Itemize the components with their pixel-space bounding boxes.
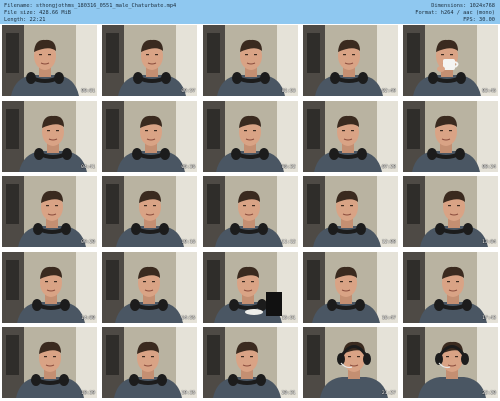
frame-timestamp: 00:01	[81, 89, 95, 94]
video-frame-thumbnail: 15:51	[202, 251, 298, 323]
metadata-left: Filename: sthongjothms_180316_0551_male_…	[4, 3, 176, 23]
video-frame-thumbnail: 13:04	[403, 176, 498, 247]
video-frame-thumbnail: 06:32	[202, 100, 298, 172]
metadata-header: Filename: sthongjothms_180316_0551_male_…	[0, 0, 500, 24]
frame-timestamp: 08:24	[482, 164, 496, 170]
frame-image	[202, 176, 298, 247]
video-frame-thumbnail: 00:57	[102, 25, 198, 96]
frame-timestamp: 13:04	[482, 240, 496, 245]
frame-timestamp: 14:00	[81, 315, 95, 321]
frame-timestamp: 12:08	[381, 240, 396, 245]
thumbnail-grid: 00:01 00:57 01:53 02:49 03:45 04:41 05:36 06:32…	[2, 25, 498, 399]
frame-image	[102, 176, 198, 247]
frame-timestamp: 05:36	[181, 164, 196, 170]
frame-timestamp: 07:28	[381, 164, 396, 170]
frame-image	[2, 25, 97, 96]
frame-timestamp: 06:32	[281, 164, 296, 170]
frame-image	[403, 176, 498, 247]
filesize-text: File size: 428.66 MiB	[4, 9, 71, 16]
frame-image	[202, 251, 298, 323]
video-frame-thumbnail: 20:31	[202, 327, 298, 398]
frame-image	[302, 251, 398, 323]
frame-timestamp: 01:53	[281, 89, 296, 94]
video-frame-thumbnail: 07:28	[302, 100, 398, 172]
video-frame-thumbnail: 14:00	[2, 251, 97, 323]
video-frame-thumbnail: 18:39	[2, 327, 97, 398]
frame-timestamp: 22:20	[482, 391, 496, 396]
frame-timestamp: 21:27	[381, 391, 396, 396]
frame-image	[403, 251, 498, 323]
video-frame-thumbnail: 11:12	[202, 176, 298, 247]
length-text: Length: 22:21	[4, 16, 46, 23]
frame-image	[2, 327, 97, 398]
video-frame-thumbnail: 10:16	[102, 176, 198, 247]
video-frame-thumbnail: 22:20	[403, 327, 498, 398]
dimensions-text: Dimensions: 1024x768	[431, 3, 495, 9]
frame-timestamp: 11:12	[281, 240, 296, 245]
frame-timestamp: 09:20	[81, 240, 95, 245]
frame-image	[2, 100, 97, 172]
video-frame-thumbnail: 19:35	[102, 327, 198, 398]
frame-image	[2, 251, 97, 323]
frame-timestamp: 00:57	[181, 89, 196, 94]
video-frame-thumbnail: 09:20	[2, 176, 97, 247]
frame-image	[2, 176, 97, 247]
frame-timestamp: 03:45	[482, 89, 496, 94]
contact-sheet: Filename: sthongjothms_180316_0551_male_…	[0, 0, 500, 401]
frame-image	[102, 25, 198, 96]
frame-image	[202, 25, 298, 96]
video-frame-thumbnail: 16:47	[302, 251, 398, 323]
frame-timestamp: 14:55	[181, 315, 196, 321]
metadata-right: Dimensions: 1024x768 Format: h264 / aac …	[415, 3, 495, 23]
frame-image	[302, 25, 398, 96]
frame-image	[403, 327, 498, 398]
frame-image	[202, 327, 298, 398]
frame-image	[403, 100, 498, 172]
frame-timestamp: 15:51	[281, 315, 296, 321]
video-frame-thumbnail: 02:49	[302, 25, 398, 96]
frame-image	[102, 100, 198, 172]
frame-image	[102, 251, 198, 323]
video-frame-thumbnail: 14:55	[102, 251, 198, 323]
frame-timestamp: 10:16	[181, 240, 196, 245]
frame-image	[302, 100, 398, 172]
frame-image	[403, 25, 498, 96]
frame-image	[102, 327, 198, 398]
video-frame-thumbnail: 12:08	[302, 176, 398, 247]
frame-image	[302, 327, 398, 398]
fps-text: FPS: 30.00	[463, 16, 495, 23]
video-frame-thumbnail: 04:41	[2, 100, 97, 172]
video-frame-thumbnail: 08:24	[403, 100, 498, 172]
video-frame-thumbnail: 17:43	[403, 251, 498, 323]
filename-text: Filename: sthongjothms_180316_0551_male_…	[4, 3, 177, 9]
frame-timestamp: 17:43	[482, 315, 496, 321]
video-frame-thumbnail: 00:01	[2, 25, 97, 96]
frame-timestamp: 19:35	[181, 391, 196, 396]
frame-image	[302, 176, 398, 247]
frame-timestamp: 18:39	[81, 391, 95, 396]
video-frame-thumbnail: 21:27	[302, 327, 398, 398]
frame-timestamp: 16:47	[381, 315, 396, 321]
frame-timestamp: 02:49	[381, 89, 396, 94]
frame-timestamp: 20:31	[281, 391, 296, 396]
video-frame-thumbnail: 01:53	[202, 25, 298, 96]
video-frame-thumbnail: 05:36	[102, 100, 198, 172]
frame-image	[202, 100, 298, 172]
video-frame-thumbnail: 03:45	[403, 25, 498, 96]
frame-timestamp: 04:41	[81, 164, 95, 170]
format-text: Format: h264 / aac (mono)	[415, 9, 495, 16]
